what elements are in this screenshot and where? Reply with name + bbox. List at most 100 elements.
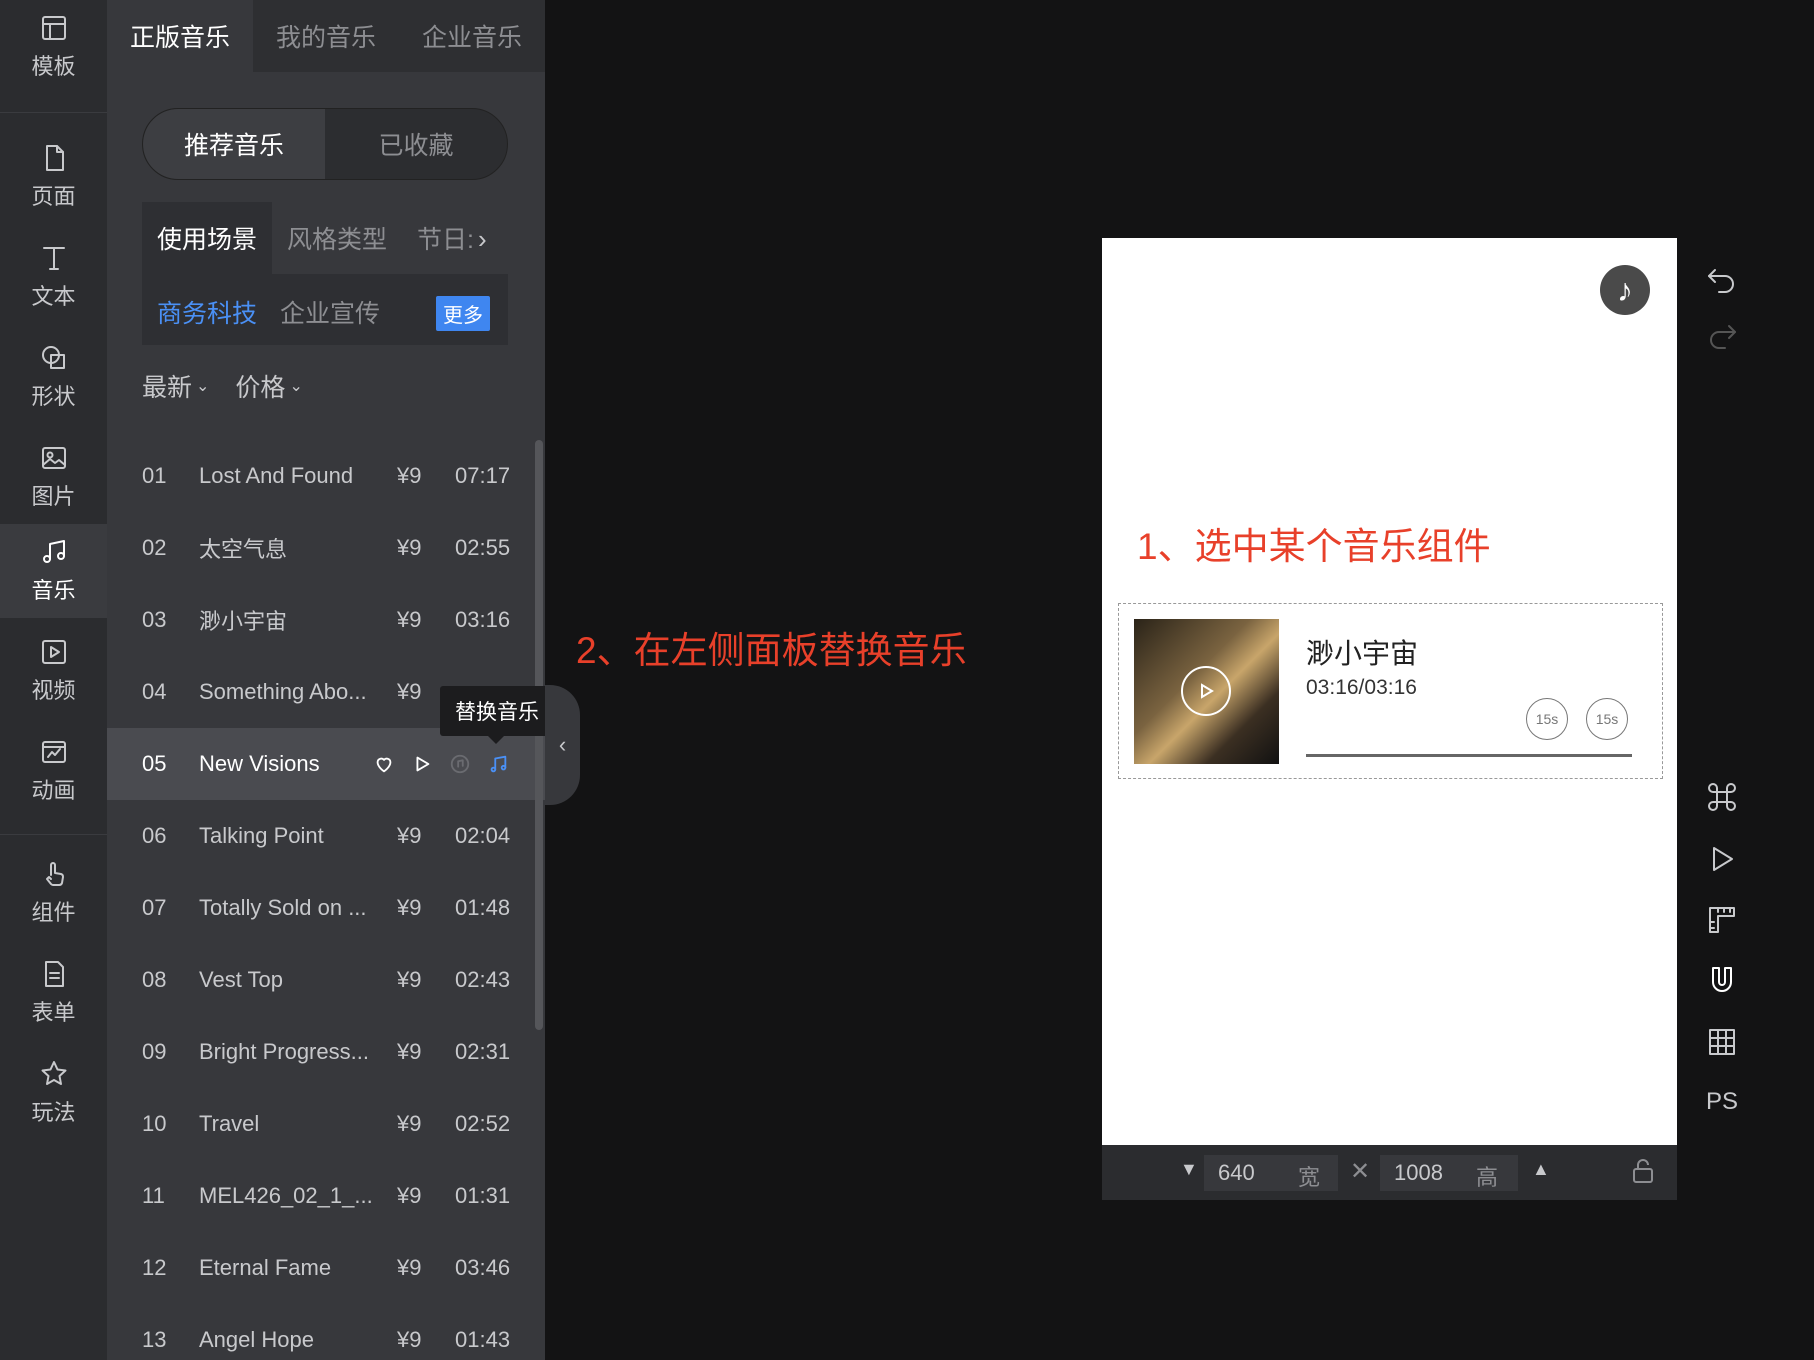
rewind-15-icon[interactable]: 15s (1526, 698, 1568, 740)
sub-tag-corporate-promo[interactable]: 企业宣传 (280, 294, 380, 330)
track-price: ¥9 (397, 823, 422, 848)
magnet-icon[interactable] (1705, 964, 1739, 998)
rail-item-label: 模板 (31, 54, 76, 79)
chevron-down-icon: ⌄ (196, 378, 210, 395)
rail-item-forms[interactable]: 表单 (0, 946, 107, 1040)
segment-recommended[interactable]: 推荐音乐 (143, 109, 325, 179)
play-icon[interactable] (1181, 666, 1231, 716)
category-tab-holiday[interactable]: 节日: (402, 202, 489, 274)
design-canvas[interactable]: ♪ 1、选中某个音乐组件 渺小宇宙 03:16/03:16 15s 15s (1102, 238, 1677, 1145)
rail-item-label: 玩法 (31, 1100, 76, 1125)
track-price: ¥9 (397, 1255, 422, 1280)
track-price: ¥9 (397, 895, 422, 920)
unlock-icon[interactable] (1629, 1157, 1657, 1185)
player-title: 渺小宇宙 (1306, 638, 1419, 669)
rail-item-label: 动画 (31, 778, 76, 803)
track-number: 11 (142, 1183, 165, 1208)
heart-icon[interactable] (365, 753, 403, 775)
music-panel: 正版音乐 我的音乐 企业音乐 推荐音乐 已收藏 使用场景 风格类型 节日: › … (107, 0, 545, 1360)
track-duration: 07:17 (455, 463, 511, 488)
rail-item-templates[interactable]: 模板 (0, 0, 107, 94)
rail-item-pages[interactable]: 页面 (0, 130, 107, 224)
track-duration: 02:43 (455, 967, 511, 992)
command-icon[interactable] (1705, 780, 1739, 814)
annotation-step-1: 1、选中某个音乐组件 (1137, 526, 1491, 567)
category-tab-style[interactable]: 风格类型 (272, 202, 402, 274)
track-row[interactable]: 01 Lost And Found ¥9 07:17 (107, 440, 545, 512)
track-row[interactable]: 09 Bright Progress... ¥9 02:31 (107, 1016, 545, 1088)
rail-item-shapes[interactable]: 形状 (0, 330, 107, 424)
track-row[interactable]: 11 MEL426_02_1_... ¥9 01:31 (107, 1160, 545, 1232)
track-price: ¥9 (397, 1327, 422, 1352)
rail-item-music[interactable]: 音乐 (0, 524, 107, 618)
page-icon (45, 145, 64, 171)
text-icon (42, 247, 65, 270)
segment-favorites[interactable]: 已收藏 (325, 109, 507, 179)
collapse-panel-button[interactable]: ‹ (545, 685, 580, 805)
tab-enterprise-music[interactable]: 企业音乐 (399, 0, 545, 72)
canvas-size-bar: ▼ 640 宽 ✕ 1008 高 ▲ (1102, 1145, 1677, 1200)
track-title: MEL426_02_1_... (199, 1183, 373, 1208)
track-row[interactable]: 06 Talking Point ¥9 02:04 (107, 800, 545, 872)
track-number: 03 (142, 607, 167, 632)
music-icon (42, 540, 65, 563)
rail-item-components[interactable]: 组件 (0, 846, 107, 940)
sort-latest[interactable]: 最新 ⌄ (142, 368, 209, 404)
rail-divider (0, 834, 107, 835)
track-row[interactable]: 10 Travel ¥9 02:52 (107, 1088, 545, 1160)
track-duration: 02:52 (455, 1111, 511, 1136)
preview-play-icon[interactable] (1705, 842, 1739, 876)
track-row[interactable]: 08 Vest Top ¥9 02:43 (107, 944, 545, 1016)
track-row[interactable]: 02 太空气息 ¥9 02:55 (107, 512, 545, 584)
triangle-up-icon[interactable]: ▲ (1532, 1159, 1550, 1180)
rail-item-gameplay[interactable]: 玩法 (0, 1046, 107, 1140)
player-progress-bar[interactable] (1306, 754, 1632, 757)
rail-item-video[interactable]: 视频 (0, 624, 107, 718)
forward-15-icon[interactable]: 15s (1586, 698, 1628, 740)
ps-import-button[interactable]: PS (1706, 1088, 1738, 1116)
track-price: ¥9 (397, 1183, 422, 1208)
track-duration: 03:46 (455, 1255, 511, 1280)
play-icon[interactable] (403, 753, 441, 775)
track-row[interactable]: 07 Totally Sold on ... ¥9 01:48 (107, 872, 545, 944)
track-row[interactable]: 12 Eternal Fame ¥9 03:46 (107, 1232, 545, 1304)
track-title: Travel (199, 1111, 260, 1136)
rail-item-images[interactable]: 图片 (0, 430, 107, 524)
track-duration: 02:31 (455, 1039, 511, 1064)
category-tab-scenario[interactable]: 使用场景 (142, 202, 273, 274)
track-row-selected[interactable]: 05 New Visions (107, 728, 545, 800)
ruler-icon[interactable] (1705, 903, 1739, 937)
sorters: 最新 ⌄ 价格 ⌄ (142, 368, 329, 404)
sub-tag-business-tech[interactable]: 商务科技 (157, 294, 257, 330)
track-title: New Visions (199, 751, 320, 776)
track-row[interactable]: 13 Angel Hope ¥9 01:43 (107, 1304, 545, 1360)
track-title: Eternal Fame (199, 1255, 332, 1280)
track-number: 09 (142, 1039, 167, 1064)
link-x-icon: ✕ (1350, 1158, 1371, 1185)
music-note-icon[interactable]: ♪ (1600, 265, 1650, 315)
rail-divider (0, 112, 107, 113)
track-number: 13 (142, 1327, 167, 1352)
category-tabs: 使用场景 风格类型 节日: (142, 202, 508, 274)
sort-price[interactable]: 价格 ⌄ (235, 368, 302, 404)
grid-icon[interactable] (1705, 1025, 1739, 1059)
redo-icon[interactable] (1705, 318, 1739, 352)
tab-licensed-music[interactable]: 正版音乐 (107, 0, 253, 72)
track-price: ¥9 (397, 1039, 422, 1064)
chevron-right-icon[interactable]: › (478, 224, 498, 254)
replace-music-icon[interactable] (479, 753, 517, 775)
rail-item-animation[interactable]: 动画 (0, 724, 107, 818)
form-icon (44, 961, 64, 987)
animation-icon (41, 741, 66, 763)
rail-item-text[interactable]: 文本 (0, 230, 107, 324)
more-button[interactable]: 更多 (436, 296, 490, 331)
rail-item-label: 视频 (31, 678, 76, 703)
image-icon (41, 447, 66, 469)
track-price: ¥9 (397, 535, 422, 560)
pointer-hand-icon (45, 862, 64, 886)
track-row[interactable]: 03 渺小宇宙 ¥9 03:16 (107, 584, 545, 656)
tab-my-music[interactable]: 我的音乐 (253, 0, 399, 72)
music-player-component[interactable]: 渺小宇宙 03:16/03:16 15s 15s (1118, 603, 1663, 779)
triangle-down-icon[interactable]: ▼ (1180, 1159, 1198, 1180)
undo-icon[interactable] (1705, 262, 1739, 296)
